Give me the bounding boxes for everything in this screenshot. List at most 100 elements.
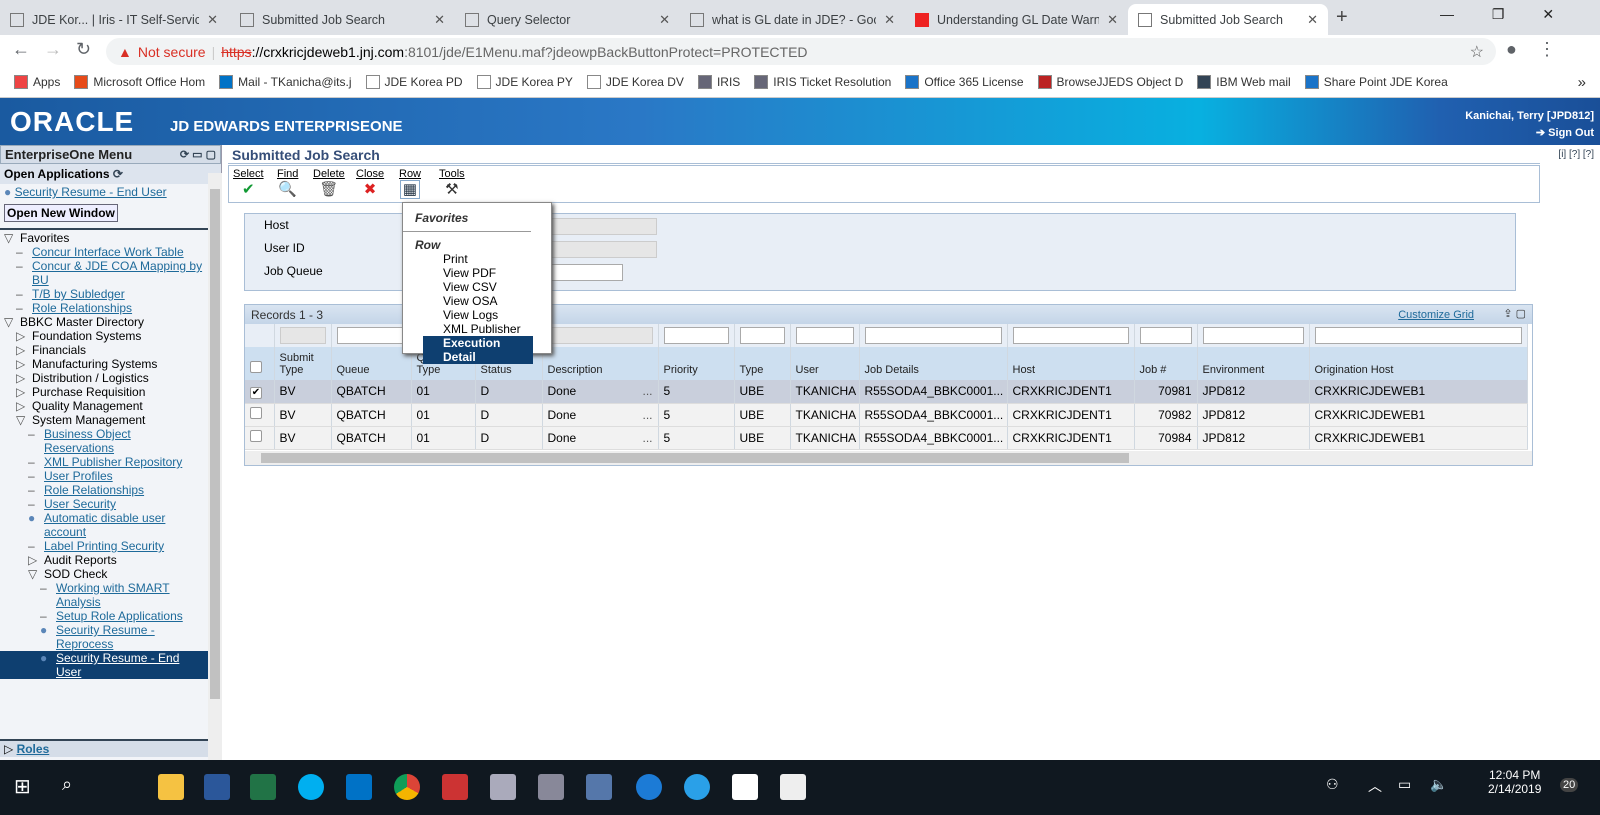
browser-tab[interactable]: Understanding GL Date Warnin ✕ <box>905 4 1128 35</box>
skype-icon[interactable] <box>298 774 324 800</box>
menu-item[interactable]: ▷ Foundation Systems <box>0 329 208 343</box>
bookmark[interactable]: Office 365 License <box>905 75 1024 89</box>
column-header[interactable]: Queue <box>331 347 412 380</box>
browser-tab[interactable]: JDE Kor... | Iris - IT Self-Service I ✕ <box>0 4 228 35</box>
column-filter-input[interactable] <box>1202 327 1304 344</box>
tools-button[interactable]: Tools ⚒ <box>439 168 465 198</box>
bookmark[interactable]: Mail - TKanicha@its.j <box>219 75 352 89</box>
chevron-up-icon[interactable]: ︿ <box>1368 776 1382 796</box>
bookmark[interactable]: Microsoft Office Hom <box>74 75 205 89</box>
menu-item[interactable]: ▽ BBKC Master Directory <box>0 315 208 329</box>
people-icon[interactable]: ⚇ <box>1326 776 1339 793</box>
network-icon[interactable]: ▭ <box>1398 776 1411 793</box>
column-header[interactable]: Host <box>1007 347 1135 380</box>
menu-item-view-logs[interactable]: View Logs <box>423 308 551 322</box>
notification-count[interactable]: 20 <box>1560 778 1579 792</box>
bookmark[interactable]: JDE Korea DV <box>586 75 684 89</box>
table-row[interactable]: BV QBATCH 01 D Done... 5 UBE TKANICHA R55SODA4_B… <box>245 403 1528 427</box>
column-header[interactable]: Priority <box>658 347 735 380</box>
photos-icon[interactable] <box>780 774 806 800</box>
refresh-icon[interactable]: ⟳ <box>113 167 123 181</box>
menu-item[interactable]: – Concur & JDE COA Mapping by BU <box>0 259 208 287</box>
help-icons[interactable]: [i] [?] [?] <box>1558 149 1594 160</box>
column-filter-input[interactable] <box>864 327 1002 344</box>
select-button[interactable]: Select ✔ <box>233 168 264 198</box>
browser-tab[interactable]: Submitted Job Search ✕ <box>1128 4 1328 35</box>
bookmark[interactable]: IBM Web mail <box>1197 75 1291 89</box>
windows-start-icon[interactable]: ⊞ <box>14 774 31 799</box>
sticky-notes-icon[interactable] <box>732 774 758 800</box>
column-filter-input[interactable] <box>1139 327 1192 344</box>
menu-item[interactable]: – Setup Role Applications <box>0 609 208 623</box>
table-row[interactable]: BV QBATCH 01 D Done... 5 UBE TKANICHA R55SODA4_B… <box>245 426 1528 450</box>
new-tab-icon[interactable]: + <box>1336 6 1348 29</box>
menu-item[interactable]: ▽ SOD Check <box>0 567 208 581</box>
column-header[interactable]: User <box>790 347 860 380</box>
row-checkbox[interactable] <box>250 407 262 419</box>
export-icon[interactable]: ⇪ ▢ <box>1503 307 1526 320</box>
menu-item[interactable]: – XML Publisher Repository <box>0 455 208 469</box>
column-header[interactable]: Environment <box>1197 347 1310 380</box>
bookmark[interactable]: JDE Korea PY <box>476 75 573 89</box>
word-icon[interactable] <box>204 774 230 800</box>
row-button[interactable]: Row ▦ <box>399 168 421 199</box>
menu-item[interactable]: – Concur Interface Work Table <box>0 245 208 259</box>
column-filter-input[interactable] <box>795 327 854 344</box>
column-filter-input[interactable] <box>336 327 406 344</box>
menu-item[interactable]: ● Security Resume - Reprocess <box>0 623 208 651</box>
profile-icon[interactable]: ● <box>1506 39 1517 60</box>
menu-item[interactable]: – Label Printing Security <box>0 539 208 553</box>
menu-item-view-pdf[interactable]: View PDF <box>423 266 551 280</box>
forward-icon[interactable]: → <box>44 39 62 60</box>
ellipsis-button[interactable]: ... <box>642 408 652 422</box>
menu-item[interactable]: ▷ Distribution / Logistics <box>0 371 208 385</box>
table-row[interactable]: ✔ BV QBATCH 01 D Done... 5 UBE TKANICHA R55SODA4_… <box>245 380 1528 404</box>
app-icon[interactable] <box>442 774 468 800</box>
menu-item-xml-publisher[interactable]: XML Publisher <box>423 322 551 336</box>
column-header[interactable]: Type <box>734 347 791 380</box>
open-app-link[interactable]: Security Resume - End User <box>15 185 167 199</box>
search-icon[interactable]: ⌕ <box>62 774 72 795</box>
column-header[interactable]: Origination Host <box>1309 347 1528 380</box>
bookmark[interactable]: Apps <box>14 75 60 89</box>
customize-grid-link[interactable]: Customize Grid <box>1398 309 1474 321</box>
url-input[interactable]: ▲ Not secure | https://crxkricjdeweb1.jn… <box>106 38 1496 65</box>
scrollbar[interactable] <box>208 173 222 760</box>
column-header[interactable]: Job Details <box>859 347 1008 380</box>
menu-item[interactable]: ● Automatic disable user account <box>0 511 208 539</box>
close-icon[interactable]: ✕ <box>1107 12 1118 28</box>
excel-icon[interactable] <box>250 774 276 800</box>
menu-item[interactable]: ▷ Purchase Requisition <box>0 385 208 399</box>
back-icon[interactable]: ← <box>12 39 30 60</box>
host-input[interactable] <box>535 218 657 235</box>
menu-item[interactable]: ▽ System Management <box>0 413 208 427</box>
security-label[interactable]: Not secure <box>138 44 206 60</box>
app-icon[interactable] <box>586 774 612 800</box>
app-icon[interactable] <box>490 774 516 800</box>
menu-item[interactable]: ● Security Resume - End User <box>0 651 208 679</box>
bookmark[interactable]: IRIS <box>697 75 740 89</box>
menu-item[interactable]: – User Security <box>0 497 208 511</box>
menu-item[interactable]: ▷ Audit Reports <box>0 553 208 567</box>
horizontal-scrollbar[interactable] <box>245 451 1532 465</box>
window-controls[interactable]: — ❐ ✕ <box>1440 6 1554 23</box>
file-explorer-icon[interactable] <box>158 774 184 800</box>
outlook-icon[interactable] <box>346 774 372 800</box>
column-filter-input[interactable] <box>739 327 785 344</box>
ellipsis-button[interactable]: ... <box>642 384 652 398</box>
menu-item[interactable]: – Role Relationships <box>0 301 208 315</box>
bookmark[interactable]: IRIS Ticket Resolution <box>754 75 891 89</box>
browser-tab[interactable]: Query Selector ✕ <box>455 4 680 35</box>
menu-item[interactable]: – User Profiles <box>0 469 208 483</box>
find-button[interactable]: Find 🔍 <box>277 168 298 198</box>
column-header[interactable]: Job # <box>1134 347 1198 380</box>
column-filter-input[interactable] <box>279 327 326 344</box>
column-filter-input[interactable] <box>1012 327 1129 344</box>
menu-item[interactable]: ▷ Manufacturing Systems <box>0 357 208 371</box>
menu-item[interactable]: ▷ Financials <box>0 343 208 357</box>
roles-section[interactable]: ▷ Roles <box>0 739 208 757</box>
chrome-icon[interactable] <box>394 774 420 800</box>
row-checkbox[interactable]: ✔ <box>250 386 262 399</box>
more-bookmarks[interactable]: » <box>1578 74 1586 91</box>
row-checkbox[interactable] <box>250 430 262 442</box>
